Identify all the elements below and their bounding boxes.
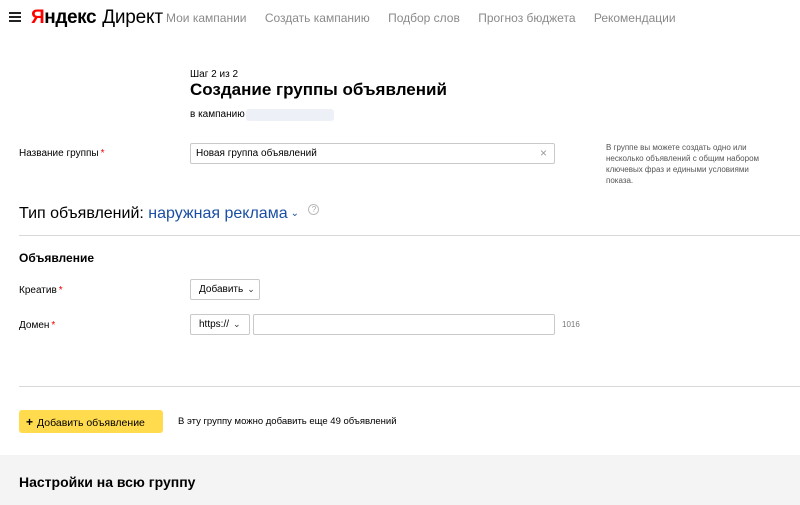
nav-recommendations[interactable]: Рекомендации xyxy=(594,11,676,25)
ads-type-label: Тип объявлений: xyxy=(19,205,144,222)
nav-budget-forecast[interactable]: Прогноз бюджета xyxy=(478,11,575,25)
top-header: Яндекс Директ Мои кампании Создать кампан… xyxy=(0,0,800,37)
creative-label: Креатив * xyxy=(19,285,63,296)
campaign-name-redacted[interactable] xyxy=(246,109,334,121)
chevron-down-icon: ⌄ xyxy=(233,319,241,329)
group-name-input[interactable]: Новая группа объявлений × xyxy=(190,143,555,164)
add-creative-button[interactable]: Добавить ⌄ xyxy=(190,279,260,300)
step-indicator: Шаг 2 из 2 xyxy=(190,69,239,80)
plus-icon: + xyxy=(26,415,34,429)
yandex-direct-logo[interactable]: Яндекс Директ xyxy=(31,7,163,29)
help-icon[interactable]: ? xyxy=(308,204,320,215)
add-ad-button[interactable]: + Добавить объявление xyxy=(19,410,163,433)
group-name-value: Новая группа объявлений xyxy=(196,148,317,159)
page-title: Создание группы объявлений xyxy=(190,80,447,99)
ads-type-value: наружная реклама xyxy=(148,205,288,222)
domain-char-counter: 1016 xyxy=(562,320,580,329)
nav-create-campaign[interactable]: Создать кампанию xyxy=(265,11,370,25)
nav-keyword-selection[interactable]: Подбор слов xyxy=(388,11,460,25)
group-settings-section: Настройки на всю группу xyxy=(0,455,800,505)
required-mark: * xyxy=(51,320,56,331)
logo-first-letter: Я xyxy=(31,7,45,28)
chevron-down-icon: ⌄ xyxy=(247,284,255,294)
ad-section-title: Объявление xyxy=(19,251,94,265)
protocol-value: https:// xyxy=(199,319,230,330)
menu-icon[interactable] xyxy=(9,12,21,23)
group-name-label: Название группы * xyxy=(19,148,105,159)
divider xyxy=(19,386,800,387)
domain-input[interactable] xyxy=(253,314,555,335)
add-ad-label: Добавить объявление xyxy=(37,417,145,429)
domain-label: Домен * xyxy=(19,320,55,331)
nav-my-campaigns[interactable]: Мои кампании xyxy=(166,11,246,25)
required-mark: * xyxy=(58,285,63,296)
logo-product: Директ xyxy=(102,7,163,28)
add-ad-note: В эту группу можно добавить еще 49 объяв… xyxy=(178,416,397,427)
clear-icon[interactable]: × xyxy=(540,147,547,159)
divider xyxy=(19,235,800,236)
top-nav: Мои кампании Создать кампанию Подбор сло… xyxy=(166,11,691,25)
chevron-down-icon: ⌄ xyxy=(290,208,299,219)
required-mark: * xyxy=(100,148,105,159)
logo-rest: ндекс xyxy=(44,7,97,28)
ads-type-select[interactable]: наружная реклама ⌄ xyxy=(148,205,299,222)
domain-label-text: Домен xyxy=(19,320,50,331)
campaign-prefix: в кампанию xyxy=(190,109,245,120)
ads-type: Тип объявлений: наружная реклама ⌄ ? xyxy=(19,204,320,223)
protocol-select[interactable]: https://⌄ xyxy=(190,314,250,335)
group-hint: В группе вы можете создать одно или неск… xyxy=(606,143,760,185)
group-name-label-text: Название группы xyxy=(19,148,99,159)
group-settings-title: Настройки на всю группу xyxy=(19,474,196,490)
creative-label-text: Креатив xyxy=(19,285,57,296)
add-creative-label: Добавить xyxy=(199,284,244,295)
